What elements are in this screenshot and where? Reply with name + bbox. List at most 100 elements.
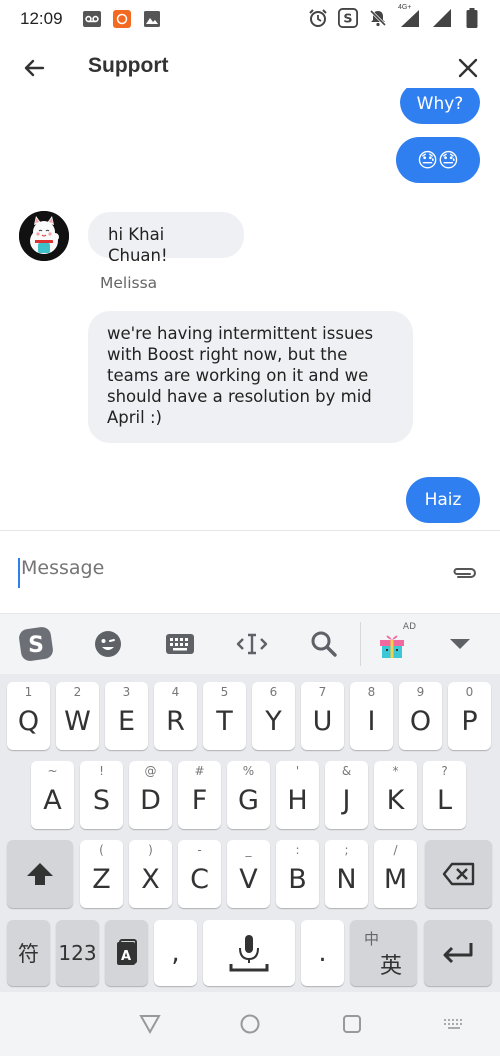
key-z[interactable]: (Z <box>80 840 123 908</box>
key-k[interactable]: * K <box>374 761 417 829</box>
agent-avatar <box>19 211 69 261</box>
key-label: V <box>239 863 258 895</box>
keyboard-icon <box>166 634 194 654</box>
key-m[interactable]: / M <box>374 840 417 908</box>
symbol-key[interactable]: 符 <box>7 920 50 986</box>
search-icon <box>311 631 337 657</box>
key-g[interactable]: % G <box>227 761 270 829</box>
key-n[interactable]: ; N <box>325 840 368 908</box>
sogou-logo-button[interactable]: S <box>16 626 56 662</box>
key-e[interactable]: 3E <box>105 682 148 750</box>
chat-thread[interactable]: Why? 😓😓 hi Khai Chuan! Melissa we're hav… <box>0 88 500 530</box>
back-button[interactable] <box>18 52 50 84</box>
key-label: B <box>288 863 307 895</box>
keyboard-layout-button[interactable] <box>160 626 200 662</box>
key-label: D <box>140 784 161 816</box>
alarm-icon <box>308 8 328 28</box>
app-notification-icon <box>112 9 132 29</box>
key-o[interactable]: 9O <box>399 682 442 750</box>
collapse-keyboard-button[interactable] <box>440 626 480 662</box>
attach-button[interactable] <box>448 557 480 589</box>
message-bubble-incoming[interactable]: we're having intermittent issues with Bo… <box>88 311 413 443</box>
number-key[interactable]: 123 <box>56 920 99 986</box>
system-nav-bar <box>0 992 500 1056</box>
toolbar-divider <box>360 622 361 666</box>
key-i[interactable]: 8I <box>350 682 393 750</box>
key-w[interactable]: 2W <box>56 682 99 750</box>
key-label: 123 <box>58 941 97 965</box>
cursor-move-button[interactable] <box>232 626 272 662</box>
key-label: R <box>166 705 185 737</box>
backspace-key[interactable] <box>425 840 492 908</box>
key-hint: % <box>242 764 255 778</box>
key-hint: : <box>295 843 300 857</box>
key-hint: / <box>393 843 398 857</box>
key-hint: 6 <box>269 685 278 699</box>
key-hint: ! <box>99 764 104 778</box>
key-d[interactable]: @ D <box>129 761 172 829</box>
nav-back-button[interactable] <box>136 1010 164 1038</box>
key-label: P <box>461 705 478 737</box>
key-label: 符 <box>18 942 39 966</box>
key-label: F <box>191 784 208 816</box>
nav-recents-button[interactable] <box>338 1010 366 1038</box>
message-bubble-outgoing[interactable]: Why? <box>400 88 480 124</box>
key-j[interactable]: & J <box>325 761 368 829</box>
clipboard-key[interactable]: A <box>105 920 148 986</box>
space-key[interactable] <box>203 920 295 986</box>
key-hint: 0 <box>465 685 474 699</box>
search-button[interactable] <box>304 626 344 662</box>
nav-home-button[interactable] <box>236 1010 264 1038</box>
key-hint: 8 <box>367 685 376 699</box>
key-label: I <box>367 705 376 737</box>
key-a[interactable]: ~ A <box>31 761 74 829</box>
message-input[interactable] <box>21 557 421 579</box>
svg-text:A: A <box>120 949 130 964</box>
comma-key[interactable]: , <box>154 920 197 986</box>
key-label: E <box>117 705 136 737</box>
message-bubble-outgoing[interactable]: 😓😓 <box>396 137 480 183</box>
microphone-icon <box>229 935 269 972</box>
gift-ad-button[interactable]: AD <box>372 622 416 662</box>
key-hint: _ <box>245 843 252 857</box>
circle-home-icon <box>240 1014 260 1034</box>
key-c[interactable]: -C <box>178 840 221 908</box>
key-label: Q <box>17 705 40 737</box>
text-caret <box>18 558 20 588</box>
key-f[interactable]: # F <box>178 761 221 829</box>
period-key[interactable]: . <box>301 920 344 986</box>
enter-key[interactable] <box>424 920 492 986</box>
key-x[interactable]: ) X <box>129 840 172 908</box>
key-label: Y <box>265 705 282 737</box>
key-v[interactable]: _ V <box>227 840 270 908</box>
shift-key[interactable] <box>7 840 73 908</box>
key-u[interactable]: 7U <box>301 682 344 750</box>
key-r[interactable]: 4R <box>154 682 197 750</box>
message-bubble-incoming[interactable]: hi Khai Chuan! <box>88 212 244 265</box>
keyboard-switch-button[interactable] <box>440 1010 468 1038</box>
key-p[interactable]: 0P <box>448 682 491 750</box>
keyboard-toolbar: S AD <box>0 614 500 674</box>
key-s[interactable]: ! S <box>80 761 123 829</box>
battery-icon <box>462 8 482 28</box>
message-bubble-outgoing[interactable]: Haiz <box>406 477 480 523</box>
enter-icon <box>443 943 473 964</box>
key-t[interactable]: 5T <box>203 682 246 750</box>
key-y[interactable]: 6Y <box>252 682 295 750</box>
svg-text:S: S <box>28 633 44 658</box>
network-type-label: 4G+ <box>398 4 412 11</box>
key-b[interactable]: :B <box>276 840 319 908</box>
key-l[interactable]: ? L <box>423 761 466 829</box>
emoji-button[interactable] <box>88 626 128 662</box>
status-time: 12:09 <box>20 9 63 28</box>
sender-name: Melissa <box>100 274 158 292</box>
key-hint: - <box>197 843 202 857</box>
key-h[interactable]: ' H <box>276 761 319 829</box>
close-button[interactable] <box>452 52 484 84</box>
key-q[interactable]: 1Q <box>7 682 50 750</box>
key-label: 英 <box>380 954 403 979</box>
language-switch-key[interactable]: 中 英 <box>350 920 417 986</box>
key-label: J <box>342 784 351 816</box>
key-hint: @ <box>144 764 157 778</box>
mute-icon <box>368 8 388 28</box>
